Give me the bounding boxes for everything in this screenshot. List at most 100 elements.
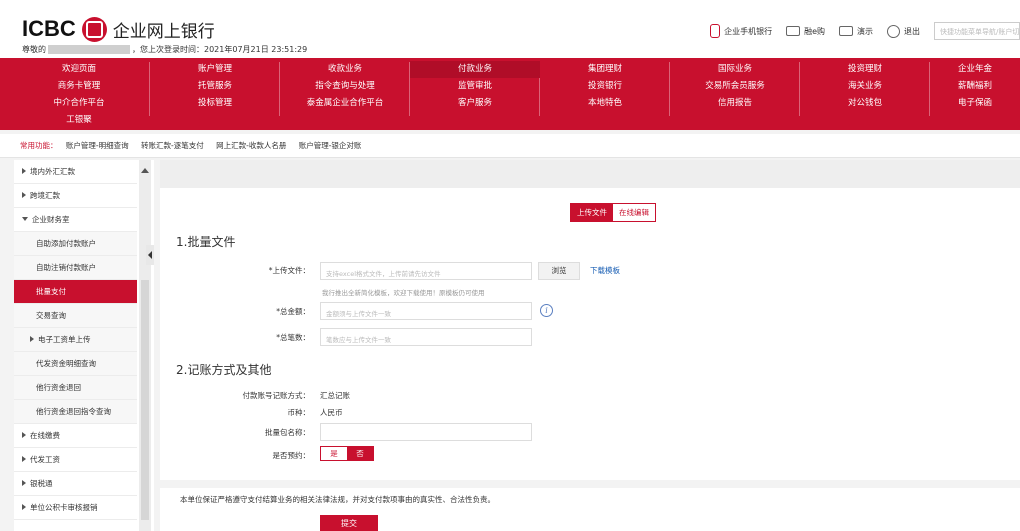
booking-method-value: 汇总记账 bbox=[320, 391, 350, 400]
info-icon[interactable]: i bbox=[540, 304, 553, 317]
sidebar-item-payroll-service[interactable]: 代发工资 bbox=[14, 448, 137, 472]
submit-button[interactable]: 提交 bbox=[320, 515, 378, 531]
upload-file-label: *上传文件： bbox=[268, 266, 310, 275]
nav-item-international[interactable]: 国际业务 bbox=[670, 61, 800, 78]
tab-upload-file[interactable]: 上传文件 bbox=[571, 204, 613, 221]
sidebar-item-label: 企业财务室 bbox=[32, 215, 70, 224]
sidebar-item-tax-service[interactable]: 银税通 bbox=[14, 472, 137, 496]
nav-item-business-card[interactable]: 商务卡管理 bbox=[14, 78, 144, 95]
scrollbar-thumb[interactable] bbox=[141, 280, 149, 520]
sidebar-item-add-payment-account[interactable]: 自助添加付款账户 bbox=[14, 232, 137, 256]
nav-item-investment[interactable]: 投资理财 bbox=[800, 61, 930, 78]
sidebar-item-domestic-fx-remit[interactable]: 境内外汇汇款 bbox=[14, 160, 137, 184]
icbc-seal-icon bbox=[81, 16, 107, 42]
sidebar: 境内外汇汇款 跨境汇款 企业财务室 自助添加付款账户 自助注销付款账户 批量支付… bbox=[14, 160, 154, 531]
mobile-banking-link[interactable]: 企业手机银行 bbox=[710, 24, 772, 38]
nav-item-receivables[interactable]: 收款业务 bbox=[280, 61, 410, 78]
sidebar-item-cancel-payment-account[interactable]: 自助注销付款账户 bbox=[14, 256, 137, 280]
main-content: 上传文件 在线编辑 1.批量文件 *上传文件： 支持excel格式文件，上传前请… bbox=[160, 160, 1020, 531]
nav-item-instruction-query[interactable]: 指令查询与处理 bbox=[280, 78, 410, 95]
sidebar-item-label: 在线缴费 bbox=[30, 431, 60, 440]
sidebar-item-cross-border-remit[interactable]: 跨境汇款 bbox=[14, 184, 137, 208]
sidebar-item-refund-instruction-query[interactable]: 他行资金退回指令查询 bbox=[14, 400, 137, 424]
logo: ICBC 企业网上银行 bbox=[22, 16, 215, 42]
quick-link[interactable]: 网上汇款-收款人名册 bbox=[216, 141, 286, 150]
caret-right-icon bbox=[22, 480, 26, 486]
nav-item-account[interactable]: 账户管理 bbox=[150, 61, 280, 78]
main-nav: 欢迎页面 账户管理 收款业务 付款业务 集团理财 国际业务 投资理财 企业年金 … bbox=[0, 58, 1020, 130]
nav-item-custody[interactable]: 托管服务 bbox=[150, 78, 280, 95]
sidebar-item-official-card-review[interactable]: 单位公积卡审核报销 bbox=[14, 496, 137, 520]
nav-item-welcome[interactable]: 欢迎页面 bbox=[14, 61, 144, 78]
nav-item-approval[interactable]: 监管审批 bbox=[410, 78, 540, 95]
logo-text: ICBC bbox=[22, 16, 76, 41]
nav-item-e-guarantee[interactable]: 电子保函 bbox=[930, 95, 1020, 112]
e-shop-link[interactable]: 融e购 bbox=[786, 26, 825, 37]
nav-item-payroll-benefits[interactable]: 薪酬福利 bbox=[930, 78, 1020, 95]
nav-item-annuity[interactable]: 企业年金 bbox=[930, 61, 1020, 78]
caret-right-icon bbox=[30, 336, 34, 342]
reserve-no-option[interactable]: 否 bbox=[347, 447, 373, 460]
sidebar-item-label: 代发工资 bbox=[30, 455, 60, 464]
demo-link[interactable]: 演示 bbox=[839, 26, 873, 37]
caret-right-icon bbox=[22, 504, 26, 510]
sidebar-collapse-button[interactable] bbox=[146, 245, 154, 265]
reserve-label: 是否预约： bbox=[272, 451, 311, 460]
download-template-link[interactable]: 下载模板 bbox=[590, 265, 620, 276]
sidebar-item-other-bank-refund[interactable]: 他行资金退回 bbox=[14, 376, 137, 400]
logout-link[interactable]: 退出 bbox=[887, 24, 920, 38]
nav-item-customer-service[interactable]: 客户服务 bbox=[410, 95, 540, 112]
nav-item-exchange-member[interactable]: 交易所会员服务 bbox=[670, 78, 800, 95]
nav-item-agency-platform[interactable]: 中介合作平台 bbox=[14, 95, 144, 112]
nav-item-group-finance[interactable]: 集团理财 bbox=[540, 61, 670, 78]
content-top-strip bbox=[160, 160, 1020, 188]
upload-file-input[interactable]: 支持excel格式文件，上传前请先访文件 bbox=[320, 262, 532, 280]
nav-item-gongyinju[interactable]: 工银聚 bbox=[14, 112, 144, 129]
sidebar-item-transaction-query[interactable]: 交易查询 bbox=[14, 304, 137, 328]
nav-item-bidding[interactable]: 投标管理 bbox=[150, 95, 280, 112]
nav-item-customs[interactable]: 海关业务 bbox=[800, 78, 930, 95]
caret-right-icon bbox=[22, 432, 26, 438]
reserve-toggle: 是 否 bbox=[320, 446, 374, 461]
caret-right-icon bbox=[22, 168, 26, 174]
quick-link[interactable]: 账户管理-银企对账 bbox=[299, 141, 362, 150]
sidebar-item-label: 境内外汇汇款 bbox=[30, 167, 75, 176]
sidebar-item-label: 银税通 bbox=[30, 479, 53, 488]
template-hint: 我行推出全新简化模板，欢迎下载使用！原模板仍可使用 bbox=[322, 289, 485, 297]
nav-item-corporate-wallet[interactable]: 对公钱包 bbox=[800, 95, 930, 112]
sidebar-item-finance-office[interactable]: 企业财务室 bbox=[14, 208, 137, 232]
booking-method-label: 付款账号记账方式： bbox=[242, 391, 311, 400]
total-amount-label: *总金额： bbox=[276, 307, 310, 316]
browse-button[interactable]: 浏览 bbox=[538, 262, 580, 280]
nav-item-investment-bank[interactable]: 投资银行 bbox=[540, 78, 670, 95]
sidebar-item-payroll-detail-query[interactable]: 代发资金明细查询 bbox=[14, 352, 137, 376]
nav-item-precious-metal[interactable]: 泰金属企业合作平台 bbox=[280, 95, 410, 112]
login-info: 尊敬的 ，您上次登录时间：2021年07月21日 23:51:29 bbox=[22, 44, 307, 55]
total-count-input[interactable]: 笔数应与上传文件一致 bbox=[320, 328, 532, 346]
link-label: 退出 bbox=[904, 26, 920, 36]
mobile-phone-icon bbox=[710, 24, 721, 38]
total-amount-input[interactable]: 金额须与上传文件一致 bbox=[320, 302, 532, 320]
header-links: 企业手机银行 融e购 演示 退出 快捷功能菜单导航/账户切换 bbox=[710, 22, 1020, 40]
tab-online-edit[interactable]: 在线编辑 bbox=[613, 204, 655, 221]
demo-icon bbox=[839, 26, 853, 36]
quick-link[interactable]: 转账汇款-逐笔支付 bbox=[141, 141, 204, 150]
nav-item-local-features[interactable]: 本地特色 bbox=[540, 95, 670, 112]
compliance-disclaimer: 本单位保证严格遵守支付结算业务的相关法律法规，并对支付款项事由的真实性、合法性负… bbox=[180, 495, 495, 504]
quick-link[interactable]: 账户管理-明细查询 bbox=[66, 141, 129, 150]
reserve-yes-option[interactable]: 是 bbox=[321, 447, 347, 460]
batch-name-input[interactable] bbox=[320, 423, 532, 441]
scroll-up-icon[interactable] bbox=[141, 168, 149, 173]
link-label: 融e购 bbox=[804, 26, 825, 36]
sidebar-item-batch-payment[interactable]: 批量支付 bbox=[14, 280, 137, 304]
search-input[interactable]: 快捷功能菜单导航/账户切换 bbox=[934, 22, 1020, 40]
sidebar-scrollbar[interactable] bbox=[139, 160, 151, 531]
sidebar-item-online-payment[interactable]: 在线缴费 bbox=[14, 424, 137, 448]
caret-right-icon bbox=[22, 456, 26, 462]
sidebar-item-e-payslip-upload[interactable]: 电子工资单上传 bbox=[14, 328, 137, 352]
section-batch-file-title: 1.批量文件 bbox=[176, 235, 236, 249]
nav-item-credit-report[interactable]: 信用报告 bbox=[670, 95, 800, 112]
last-login-text: ，您上次登录时间：2021年07月21日 23:51:29 bbox=[132, 45, 308, 54]
nav-item-payment[interactable]: 付款业务 bbox=[410, 61, 540, 78]
caret-right-icon bbox=[22, 192, 26, 198]
